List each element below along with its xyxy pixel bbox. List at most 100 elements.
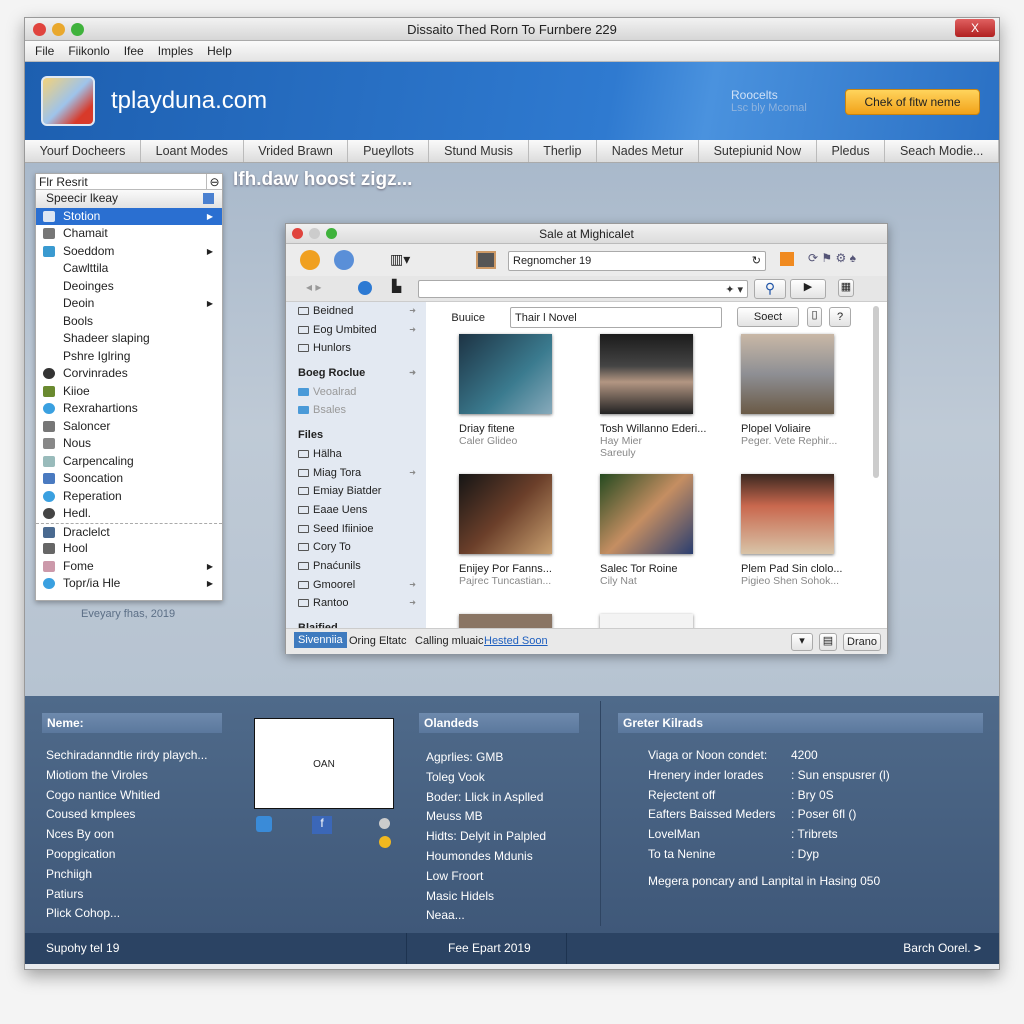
menu-item[interactable]: Soeddom ▶ <box>36 243 222 261</box>
sidebar-item[interactable]: Boeg Roclue ➜ <box>286 364 426 383</box>
dot-icon[interactable] <box>379 818 390 829</box>
list-item[interactable]: Miotiom the Viroles <box>46 768 207 788</box>
forward-icon[interactable] <box>334 250 354 270</box>
thumbnail-image[interactable] <box>741 474 834 554</box>
sidebar-item[interactable]: Eog Umbited ➜ <box>286 321 426 340</box>
thumbnail-image[interactable] <box>600 474 693 554</box>
sidebar-item[interactable]: Beidned ➜ <box>286 302 426 321</box>
menu-item[interactable]: Stotion ▶ <box>36 207 222 225</box>
media-card[interactable]: Plopel Voliaire Peger. Vete Rephir... <box>741 334 877 447</box>
sidebar-item[interactable]: Files <box>286 426 426 445</box>
chart-icon[interactable]: ▥▾ <box>390 251 410 268</box>
list-item[interactable]: Nces By oon <box>46 827 207 847</box>
sidebar-item[interactable]: Miag Tora ➜ <box>286 464 426 483</box>
sidebar-item[interactable]: Seed Ifiinioe <box>286 520 426 539</box>
sidebar-item[interactable]: Pnaćunils <box>286 557 426 576</box>
view-icon[interactable]: ▤ <box>819 633 837 651</box>
menu-item[interactable]: Saloncer <box>36 418 222 436</box>
status-tag[interactable]: Sivenniia <box>294 632 347 648</box>
menu-item[interactable]: Nous <box>36 435 222 453</box>
menu-item[interactable]: Deoin ▶ <box>36 295 222 313</box>
nav-arrows-icon[interactable]: ◂ ▸ <box>306 280 321 294</box>
menu-item[interactable]: Draclelct <box>36 522 222 541</box>
site-name[interactable]: tplayduna.com <box>111 87 267 115</box>
card-title[interactable]: Plopel Voliaire <box>741 423 877 435</box>
nav-tab[interactable]: Seach Modie... <box>885 140 1000 162</box>
thumbnail-image[interactable] <box>600 614 693 628</box>
menu-item[interactable]: Carpencaling <box>36 453 222 471</box>
list-item[interactable]: Low Froort <box>426 869 546 889</box>
menu-item[interactable]: Speecir lkeay <box>36 190 222 208</box>
list-item[interactable]: Plick Cohop... <box>46 906 207 926</box>
select-button[interactable]: Soect <box>737 307 799 327</box>
list-item[interactable]: Meuss MB <box>426 809 546 829</box>
sidebar-item[interactable]: Cory To <box>286 538 426 557</box>
menu-item[interactable]: Fome ▶ <box>36 558 222 576</box>
cta-button[interactable]: Chek of fitw neme <box>845 89 980 115</box>
bookmark-icon[interactable]: ▙ <box>392 279 401 293</box>
scrollbar[interactable] <box>873 306 879 478</box>
minimize-dot-icon[interactable] <box>309 228 320 239</box>
info-icon[interactable] <box>358 281 372 295</box>
menu-file[interactable]: File <box>35 44 54 58</box>
menu-item[interactable]: Shadeer slaping <box>36 330 222 348</box>
close-button[interactable]: X <box>955 19 995 37</box>
menu-help[interactable]: Help <box>207 44 232 58</box>
sidebar-item[interactable]: Gmoorel ➜ <box>286 576 426 595</box>
help-button[interactable]: ? <box>829 307 851 327</box>
nav-tab[interactable]: Pledus <box>817 140 886 162</box>
list-item[interactable]: Sechiradanndtie rirdy playch... <box>46 748 207 768</box>
list-item[interactable]: Patiurs <box>46 887 207 907</box>
thumbnail-image[interactable] <box>741 334 834 414</box>
media-icon[interactable] <box>476 251 496 269</box>
menu-item[interactable]: Reperation <box>36 488 222 506</box>
menu-item[interactable]: Rexrahartions <box>36 400 222 418</box>
nav-tab[interactable]: Pueyllots <box>348 140 430 162</box>
sidebar-item[interactable]: Veoalrad <box>286 383 426 402</box>
list-item[interactable]: Poopgication <box>46 847 207 867</box>
search-icon[interactable]: ⚲ <box>754 279 786 299</box>
menu-item[interactable]: Corvinrades <box>36 365 222 383</box>
search-input[interactable]: Thair l Novel <box>510 307 722 328</box>
media-card[interactable]: Salec Tor Roine Cily Nat <box>600 474 740 587</box>
list-item[interactable]: Masic Hidels <box>426 889 546 909</box>
media-card[interactable]: Tosh Willanno Ederi... Hay Mier Sareuly <box>600 334 740 459</box>
facebook-icon[interactable]: f <box>312 816 332 834</box>
sidebar-item[interactable]: Bsales <box>286 401 426 420</box>
menu-item[interactable]: Pshre Iglring <box>36 348 222 366</box>
address-field[interactable]: Regnomcher 19 ↻ <box>508 251 766 271</box>
status-button[interactable]: Drano <box>843 633 881 651</box>
list-item[interactable]: Boder: Llick in Asplled <box>426 790 546 810</box>
grid-icon[interactable]: ▦ <box>838 279 854 297</box>
share-icon[interactable] <box>256 816 272 832</box>
close-dot-icon[interactable] <box>33 23 46 36</box>
tools-icon[interactable]: ⟳ ⚑ ⚙ ♠ <box>808 251 856 265</box>
menu-item[interactable]: Bools <box>36 313 222 331</box>
menu-item[interactable]: Deoinges <box>36 278 222 296</box>
menu-item[interactable]: Imples <box>158 44 193 58</box>
rss-icon[interactable] <box>780 252 794 266</box>
dot-icon[interactable] <box>379 836 391 848</box>
nav-tab[interactable]: Vrided Brawn <box>244 140 349 162</box>
dropdown-icon[interactable]: ▾ <box>791 633 813 651</box>
list-item[interactable]: Coused kmplees <box>46 807 207 827</box>
menu-item[interactable]: Fiikonlo <box>68 44 109 58</box>
card-title[interactable]: Tosh Willanno Ederi... <box>600 423 740 435</box>
nav-tab[interactable]: Sutepiunid Now <box>699 140 817 162</box>
menu-item[interactable]: Sooncation <box>36 470 222 488</box>
sidebar-item[interactable]: Eaae Uens <box>286 501 426 520</box>
menu-search-input[interactable]: Flr Resrit ⊖ <box>36 174 222 190</box>
list-item[interactable]: Hidts: Delyit in Palpled <box>426 829 546 849</box>
card-title[interactable]: Salec Tor Roine <box>600 563 740 575</box>
list-item[interactable]: Pnchiigh <box>46 867 207 887</box>
thumbnail-image[interactable] <box>459 334 552 414</box>
card-title[interactable]: Enijey Por Fanns... <box>459 563 599 575</box>
list-item[interactable]: Agprlies: GMB <box>426 750 546 770</box>
list-item[interactable]: Cogo nantice Whitied <box>46 788 207 808</box>
back-icon[interactable] <box>300 250 320 270</box>
clipboard-icon[interactable]: ▯ <box>807 307 822 327</box>
dropdown-icon[interactable]: ✦ ▾ <box>725 281 743 299</box>
nav-tab[interactable]: Loant Modes <box>141 140 244 162</box>
menu-item[interactable]: Cawlttila <box>36 260 222 278</box>
maximize-dot-icon[interactable] <box>326 228 337 239</box>
